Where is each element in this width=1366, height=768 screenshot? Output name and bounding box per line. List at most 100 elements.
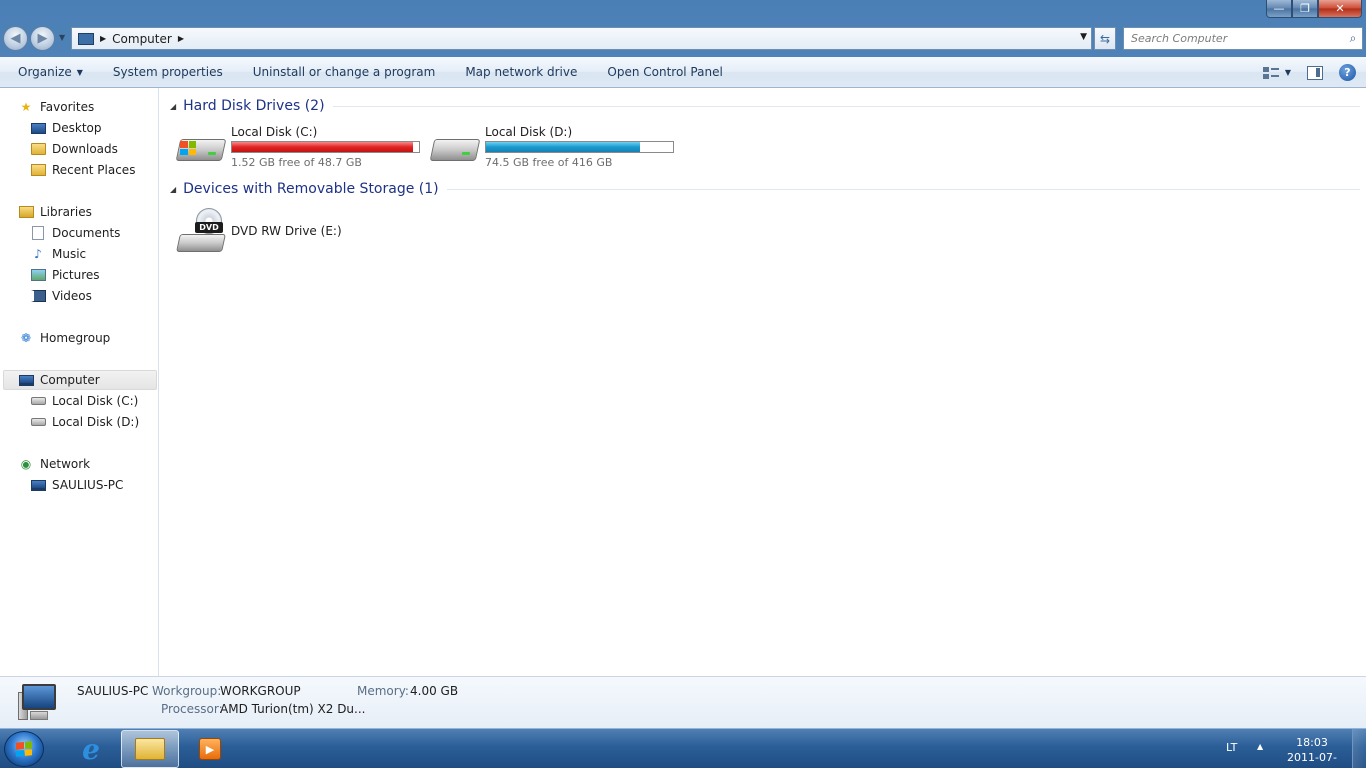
organize-label: Organize [18,65,72,79]
group-title: Devices with Removable Storage (1) [183,181,439,197]
group-header-hard-disk-drives[interactable]: ◢ Hard Disk Drives (2) [170,98,1360,114]
drive-free-space: 1.52 GB free of 48.7 GB [231,156,362,169]
command-bar: Organize ▼ System properties Uninstall or… [0,57,1366,88]
hard-drive-icon [30,414,46,430]
uninstall-program-button[interactable]: Uninstall or change a program [238,57,451,88]
sidebar-item-network[interactable]: ◉ Network [18,454,90,474]
close-button[interactable]: ✕ [1318,0,1362,18]
sidebar-item-favorites[interactable]: ★ Favorites [18,97,95,117]
search-icon[interactable]: ⌕ [1344,31,1362,46]
sidebar-item-label: Music [52,247,87,261]
breadcrumb-chevron-icon[interactable]: ▶ [178,34,184,43]
details-workgroup-value: WORKGROUP [220,684,301,698]
sidebar-item-label: Computer [40,373,100,387]
sidebar-item-downloads[interactable]: Downloads [30,139,118,159]
drive-local-disk-c[interactable]: Local Disk (C:) 1.52 GB free of 48.7 GB [175,125,428,171]
dvd-badge: DVD [195,222,223,233]
change-view-icon[interactable] [1262,66,1279,80]
open-control-panel-button[interactable]: Open Control Panel [592,57,737,88]
maximize-button[interactable]: ❐ [1292,0,1318,18]
sidebar-item-local-disk-d[interactable]: Local Disk (D:) [30,412,139,432]
file-list-area: ◢ Hard Disk Drives (2) Local Disk (C:) 1… [160,88,1366,676]
computer-icon [18,684,60,722]
sidebar-item-label: Local Disk (C:) [52,394,139,408]
language-indicator[interactable]: LT [1226,741,1237,754]
dvd-drive-icon: DVD [176,208,226,254]
drive-name: Local Disk (C:) [231,125,318,139]
drive-usage-bar [231,141,420,153]
libraries-icon [18,204,34,220]
help-icon[interactable]: ? [1339,64,1356,81]
minimize-button[interactable]: — [1266,0,1292,18]
collapse-triangle-icon[interactable]: ◢ [170,185,176,194]
show-hidden-icons-icon[interactable]: ▲ [1257,742,1263,751]
recent-pages-dropdown[interactable]: ▼ [59,33,65,42]
chevron-down-icon: ▼ [76,67,83,77]
navigation-pane: ★ Favorites Desktop Downloads Recent Plac… [0,88,159,676]
details-processor-label: Processor: [161,702,223,716]
taskbar-windows-explorer[interactable] [121,730,179,768]
search-box[interactable]: ⌕ [1123,27,1363,50]
drive-local-disk-d[interactable]: Local Disk (D:) 74.5 GB free of 416 GB [429,125,682,171]
show-desktop-button[interactable] [1352,729,1366,768]
navigation-row: ◀ ▶ ▼ ▶ Computer ▶ ▼ ⇆ ⌕ [0,24,1366,54]
organize-button[interactable]: Organize ▼ [0,57,98,88]
window-controls: — ❐ ✕ [1266,0,1362,18]
start-button[interactable] [4,731,44,767]
clock[interactable]: 18:03 2011-07-05 [1284,735,1340,768]
address-bar[interactable]: ▶ Computer ▶ ▼ [71,27,1092,50]
sidebar-item-saulius-pc[interactable]: SAULIUS-PC [30,475,123,495]
search-input[interactable] [1124,32,1344,45]
taskbar-internet-explorer[interactable]: e [62,730,120,768]
group-divider [446,188,1360,190]
breadcrumb-computer[interactable]: Computer [112,32,172,46]
explorer-content: ★ Favorites Desktop Downloads Recent Plac… [0,88,1366,676]
sidebar-item-label: Homegroup [40,331,111,345]
address-dropdown-icon[interactable]: ▼ [1080,32,1087,42]
drive-usage-fill [232,142,414,152]
explorer-window: — ❐ ✕ ◀ ▶ ▼ ▶ Computer ▶ ▼ ⇆ ⌕ Organize ▼… [0,0,1366,728]
homegroup-icon: ❁ [20,331,32,345]
refresh-button[interactable]: ⇆ [1094,27,1116,50]
sidebar-item-pictures[interactable]: Pictures [30,265,100,285]
sidebar-item-label: Libraries [40,205,92,219]
sidebar-item-label: Favorites [40,100,95,114]
drive-dvd-rw-e[interactable]: DVD DVD RW Drive (E:) [176,208,378,256]
details-workgroup-label: Workgroup: [152,684,222,698]
sidebar-item-label: Desktop [52,121,102,135]
sidebar-item-label: Network [40,457,91,471]
group-title: Hard Disk Drives (2) [183,98,325,114]
sidebar-item-label: Recent Places [52,163,136,177]
arrow-left-icon: ◀ [10,31,21,46]
sidebar-item-label: SAULIUS-PC [52,478,124,492]
sidebar-item-recent-places[interactable]: Recent Places [30,160,135,180]
recent-places-icon [30,162,46,178]
videos-icon [30,288,46,304]
breadcrumb-chevron-icon[interactable]: ▶ [100,34,106,43]
network-icon: ◉ [20,457,32,471]
system-drive-icon [30,393,46,409]
sidebar-item-documents[interactable]: Documents [30,223,120,243]
preview-pane-icon[interactable] [1307,65,1323,80]
documents-icon [30,225,46,241]
view-options-dropdown-icon[interactable]: ▼ [1285,68,1291,77]
collapse-triangle-icon[interactable]: ◢ [170,102,176,111]
taskbar-media-player[interactable]: ▶ [181,730,239,768]
group-header-removable-storage[interactable]: ◢ Devices with Removable Storage (1) [170,181,1360,197]
details-memory-label: Memory: [357,684,409,698]
map-network-drive-button[interactable]: Map network drive [450,57,592,88]
refresh-icon: ⇆ [1099,31,1111,46]
forward-button[interactable]: ▶ [30,26,55,51]
sidebar-item-homegroup[interactable]: ❁ Homegroup [18,328,110,348]
sidebar-item-music[interactable]: ♪ Music [30,244,86,264]
pictures-icon [30,267,46,283]
sidebar-item-videos[interactable]: Videos [30,286,92,306]
sidebar-item-computer[interactable]: Computer [3,370,157,390]
sidebar-item-local-disk-c[interactable]: Local Disk (C:) [30,391,138,411]
sidebar-item-libraries[interactable]: Libraries [18,202,92,222]
toolbar-right-group: ▼ ? [1262,57,1356,88]
system-properties-button[interactable]: System properties [98,57,238,88]
sidebar-item-desktop[interactable]: Desktop [30,118,102,138]
computer-icon [78,32,94,45]
back-button[interactable]: ◀ [3,26,28,51]
